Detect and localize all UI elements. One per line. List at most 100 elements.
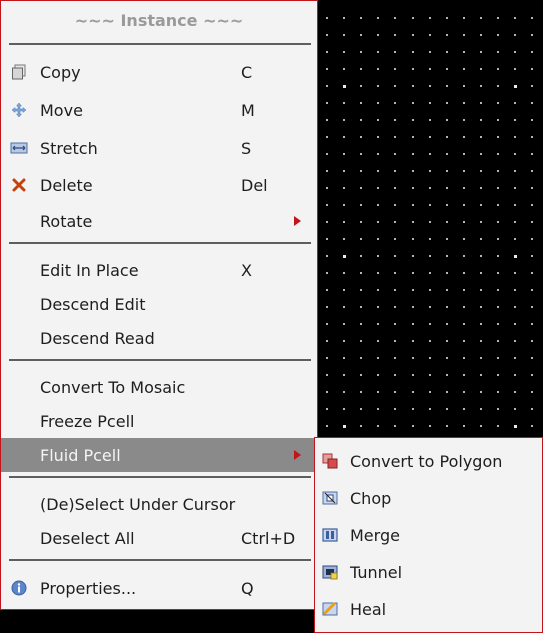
grid-dot [480,68,482,70]
grid-dot [360,340,362,342]
grid-dot [497,17,499,19]
grid-dot [394,170,396,172]
grid-dot [514,102,516,104]
grid-dot [394,102,396,104]
heal-icon [321,600,339,618]
grid-dot [326,340,328,342]
grid-dot [480,153,482,155]
grid-dot [514,68,516,70]
menu-item-label: Copy [40,62,81,82]
grid-dot [497,289,499,291]
grid-dot [463,255,465,257]
menu-item-properties[interactable]: Properties... Q [1,571,317,605]
menu-item-delete[interactable]: Delete Del [1,168,317,202]
grid-dot [497,425,499,427]
grid-dot [394,238,396,240]
grid-dot [343,34,345,36]
grid-dot [343,289,345,291]
grid-dot [446,255,448,257]
grid-dot [412,34,414,36]
grid-dot [412,289,414,291]
grid-dot [326,357,328,359]
grid-dot [343,408,345,410]
grid-dot [446,85,448,87]
submenu-item-chop[interactable]: Chop [315,480,542,516]
menu-item-descend-read[interactable]: Descend Read [1,321,317,355]
grid-dot [463,374,465,376]
grid-dot [463,408,465,410]
grid-dot [531,170,533,172]
grid-dot [514,204,516,206]
grid-dot [394,221,396,223]
grid-dot [463,187,465,189]
menu-item-copy[interactable]: Copy C [1,55,317,89]
grid-dot [480,391,482,393]
menu-item-deselect-all[interactable]: Deselect All Ctrl+D [1,521,317,555]
menu-item-label: Delete [40,175,93,195]
grid-dot [446,204,448,206]
grid-dot [377,187,379,189]
grid-dot [412,136,414,138]
submenu-item-label: Heal [350,599,387,619]
menu-item-label: Deselect All [40,528,135,548]
grid-dot [360,425,362,427]
grid-dot [343,323,345,325]
submenu-item-heal[interactable]: Heal [315,591,542,627]
grid-dot [531,187,533,189]
submenu-item-tunnel[interactable]: Tunnel [315,554,542,590]
grid-dot [412,170,414,172]
grid-dot [531,17,533,19]
grid-dot [343,102,345,104]
grid-dot [531,136,533,138]
grid-dot [497,323,499,325]
menu-item-descend-edit[interactable]: Descend Edit [1,287,317,321]
grid-dot [463,238,465,240]
grid-dot [326,221,328,223]
grid-dot [412,238,414,240]
menu-item-stretch[interactable]: Stretch S [1,131,317,165]
grid-dot [377,408,379,410]
grid-dot [394,340,396,342]
grid-dot [394,85,396,87]
menu-item-freeze-pcell[interactable]: Freeze Pcell [1,404,317,438]
menu-item-deselect-under-cursor[interactable]: (De)Select Under Cursor [1,487,317,521]
grid-dot [343,136,345,138]
grid-dot [429,255,431,257]
menu-item-move[interactable]: Move M [1,93,317,127]
menu-item-shortcut: C [241,62,253,82]
grid-dot [394,187,396,189]
grid-dot [514,170,516,172]
grid-dot [412,204,414,206]
grid-dot [326,391,328,393]
grid-dot [446,153,448,155]
submenu-item-merge[interactable]: Merge [315,517,542,553]
menu-item-convert-to-mosaic[interactable]: Convert To Mosaic [1,370,317,404]
grid-dot [343,153,345,155]
grid-dot [326,17,328,19]
grid-dot [343,68,345,70]
grid-dot [480,136,482,138]
grid-dot [326,51,328,53]
grid-dot [446,374,448,376]
grid-dot [360,204,362,206]
menu-item-label: Descend Edit [40,294,146,314]
grid-dot [497,306,499,308]
grid-dot [463,272,465,274]
submenu-item-convert-to-polygon[interactable]: Convert to Polygon [315,443,542,479]
grid-dot [446,119,448,121]
grid-dot [343,272,345,274]
menu-item-edit-in-place[interactable]: Edit In Place X [1,253,317,287]
grid-dot [446,289,448,291]
grid-dot [412,357,414,359]
menu-item-fluid-pcell[interactable]: Fluid Pcell [1,438,317,472]
grid-dot [394,408,396,410]
grid-dot [326,102,328,104]
grid-dot [514,187,516,189]
grid-dot [480,102,482,104]
grid-dot [463,51,465,53]
menu-item-rotate[interactable]: Rotate [1,204,317,238]
grid-dot [343,238,345,240]
grid-dot [360,374,362,376]
grid-dot [412,102,414,104]
grid-dot [326,85,328,87]
